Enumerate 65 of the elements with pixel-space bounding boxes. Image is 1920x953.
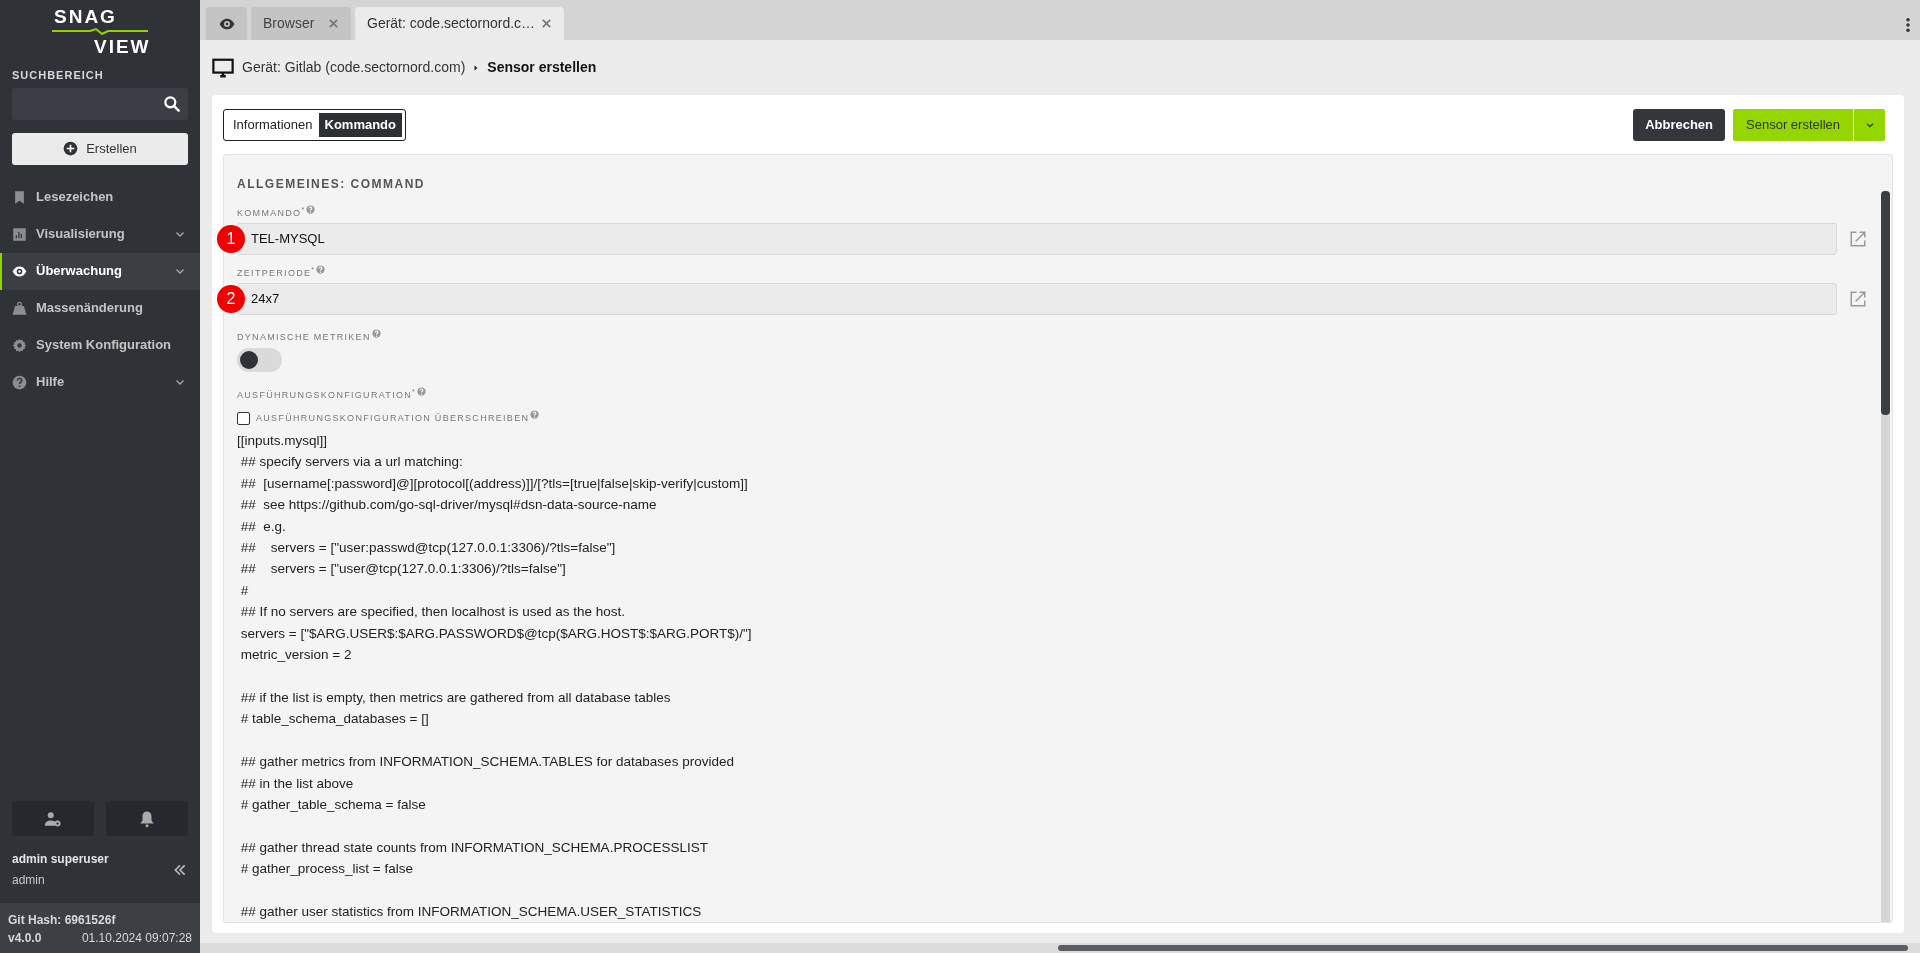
user-settings-button[interactable] bbox=[12, 801, 94, 836]
create-button[interactable]: Erstellen bbox=[12, 132, 188, 165]
tab[interactable] bbox=[206, 7, 247, 40]
external-link-icon bbox=[1849, 230, 1867, 248]
help-icon bbox=[530, 410, 540, 419]
chevron-down-icon bbox=[1864, 120, 1875, 130]
horizontal-scrollbar[interactable] bbox=[200, 943, 1920, 953]
close-icon bbox=[541, 18, 552, 29]
breadcrumb-link[interactable]: Gerät: Gitlab (code.sectornord.com) bbox=[242, 57, 466, 78]
bookmark-icon bbox=[12, 189, 27, 205]
input-field[interactable]: 24x7 bbox=[237, 283, 1837, 315]
scrollbar-thumb[interactable] bbox=[1058, 945, 1908, 951]
checkbox[interactable] bbox=[237, 412, 250, 425]
checkbox-label: AUSFÜHRUNGSKONFIGURATION ÜBERSCHREIBEN bbox=[256, 411, 530, 425]
user-login: admin bbox=[12, 872, 46, 889]
vertical-scrollbar[interactable] bbox=[1881, 191, 1890, 923]
nav-item[interactable]: Massenänderung bbox=[0, 289, 200, 327]
version-label: v4.0.0 bbox=[8, 930, 42, 947]
cancel-button[interactable]: Abbrechen bbox=[1633, 109, 1726, 141]
user-gear-icon bbox=[44, 809, 62, 828]
nav-item[interactable]: Visualisierung bbox=[0, 215, 200, 253]
help-icon bbox=[316, 265, 326, 274]
caret-right-icon bbox=[473, 63, 480, 72]
toggle-switch[interactable] bbox=[237, 348, 282, 372]
search-field[interactable] bbox=[12, 87, 188, 120]
help-icon bbox=[306, 205, 316, 214]
field-label: AUSFÜHRUNGSKONFIGURATION$^{*}$ bbox=[237, 388, 416, 402]
field-label: KOMMANDO$^{*}$ bbox=[237, 206, 306, 220]
gear-icon bbox=[12, 337, 27, 353]
open-link-button[interactable] bbox=[1849, 290, 1867, 308]
weight-icon bbox=[12, 300, 27, 316]
bell-icon bbox=[138, 809, 156, 828]
help-icon bbox=[371, 329, 381, 338]
close-icon bbox=[328, 18, 339, 29]
step-marker: 1 bbox=[217, 225, 245, 253]
nav-item[interactable]: System Konfiguration bbox=[0, 326, 200, 364]
user-name: admin superuser bbox=[12, 851, 110, 868]
field-label: DYNAMISCHE METRIKEN bbox=[237, 330, 371, 344]
build-timestamp: 01.10.2024 09:07:28 bbox=[81, 930, 192, 947]
step-marker: 2 bbox=[217, 285, 245, 313]
open-link-button[interactable] bbox=[1849, 230, 1867, 248]
scrollbar-thumb[interactable] bbox=[1881, 191, 1890, 415]
nav-item[interactable]: Überwachung bbox=[0, 252, 200, 290]
code-editor[interactable]: [[inputs.mysql]] ## specify servers via a url matching: ## [username[:password]@][protocol[(address)]]/[?tls=[true|false|skip-verify|custom]] ## see https://github.com/go-sql-driver/mysql#dsn-data-source-name ## e.g. ## servers = ["user:passwd@tcp(127.0.0.1:3306)/?tls=false"] ## servers = ["user@tcp(127.0.0.1:3306)/?tls=false"] # ## If no servers are specified, then localhost is used as the host. servers = ["$ARG.USER$:$ARG.PASSWORD$@tcp($ARG.HOST$:$ARG.PORT$)/"] metric_version = 2 ## if the list is empty, then metrics are gathered from all database tables # table_schema_databases = [] ## gather metrics from INFORMATION_SCHEMA.TABLES for databases provided ## in the list above # gather_table_schema = false ## gather thread state counts from INFORMATION_SCHEMA.PROCESSLIST # gather_process_list = false ## gather user statistics from INFORMATION_SCHEMA.USER_STATISTICS bbox=[237, 430, 1837, 923]
notifications-button[interactable] bbox=[106, 801, 188, 836]
bar-chart-icon bbox=[12, 226, 27, 242]
breadcrumb-current: Sensor erstellen bbox=[487, 58, 597, 77]
nav-item[interactable]: Hilfe bbox=[0, 363, 200, 401]
monitor-icon bbox=[212, 56, 234, 79]
tab[interactable]: Gerät: code.sectornord.c… bbox=[355, 7, 564, 40]
field-label: ZEITPERIODE$^{*}$ bbox=[237, 266, 316, 280]
search-icon bbox=[162, 93, 182, 114]
section-title: ALLGEMEINES: COMMAND bbox=[237, 176, 426, 193]
app-logo: SNAG VIEW bbox=[50, 6, 150, 64]
help-icon bbox=[417, 387, 426, 396]
external-link-icon bbox=[1849, 290, 1867, 308]
plus-circle-icon bbox=[63, 141, 79, 156]
tab[interactable]: Browser bbox=[251, 7, 351, 40]
view-tab[interactable]: Kommando bbox=[318, 113, 402, 137]
input-field[interactable]: TEL-MYSQL bbox=[237, 223, 1837, 255]
kebab-menu-icon[interactable] bbox=[1906, 18, 1910, 32]
help-icon bbox=[12, 374, 27, 390]
git-hash: Git Hash: 6961526f bbox=[8, 912, 117, 929]
search-label: SUCHBEREICH bbox=[11, 68, 105, 83]
nav-item[interactable]: Lesezeichen bbox=[0, 178, 200, 216]
